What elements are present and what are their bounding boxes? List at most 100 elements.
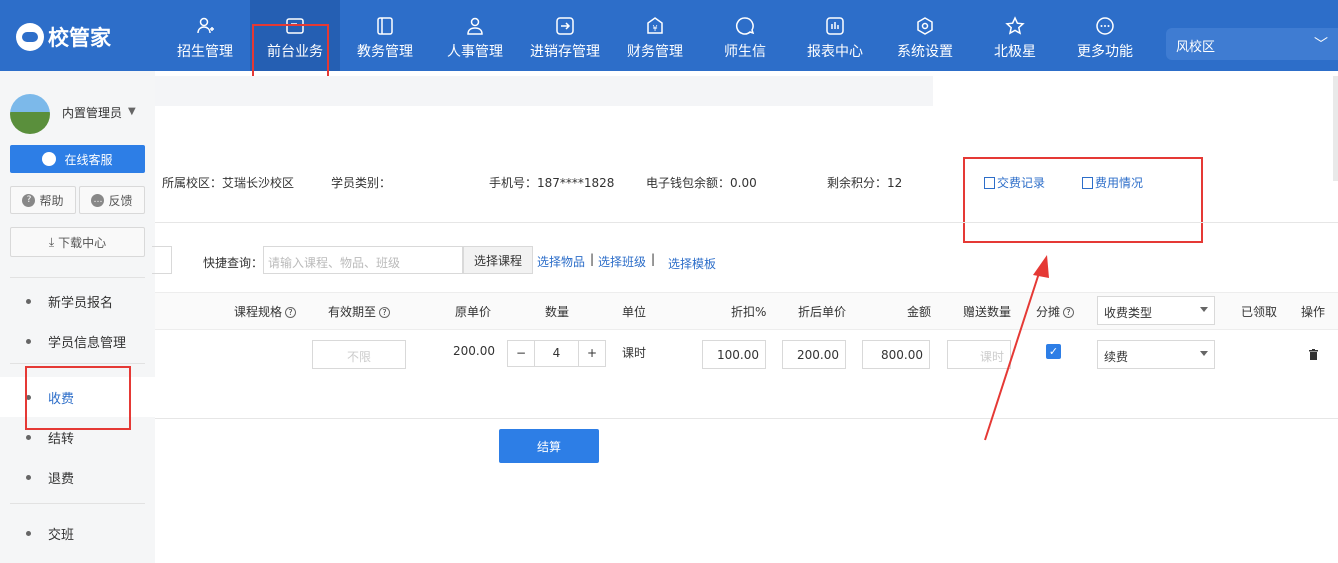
document-icon xyxy=(1082,177,1093,189)
avatar[interactable] xyxy=(10,94,50,134)
divider xyxy=(155,418,1338,419)
col-quantity: 数量 xyxy=(545,305,570,319)
unit-price-value: 200.00 xyxy=(453,344,495,358)
nav-label: 人事管理 xyxy=(447,44,503,60)
sidebar-item-refund[interactable]: 退费 xyxy=(0,457,155,497)
discount-input[interactable]: 100.00 xyxy=(702,340,766,369)
question-icon[interactable]: ? xyxy=(379,307,391,318)
nav-item-reports[interactable]: 报表中心 xyxy=(790,0,880,71)
nav-item-more[interactable]: 更多功能 xyxy=(1060,0,1150,71)
sidebar-item-transfer[interactable]: 结转 xyxy=(0,417,155,457)
sidebar-item-label: 交班 xyxy=(48,527,75,543)
decrement-button[interactable]: − xyxy=(508,341,535,366)
app-logo[interactable]: 校管家 xyxy=(16,22,111,52)
sidebar-item-label: 收费 xyxy=(48,391,75,407)
sidebar-item-label: 学员信息管理 xyxy=(48,335,127,351)
more-icon xyxy=(1095,16,1115,36)
nav-item-settings[interactable]: 系统设置 xyxy=(880,0,970,71)
nav-label: 前台业务 xyxy=(267,44,323,60)
online-service-label: 在线客服 xyxy=(64,152,113,167)
sidebar-item-label: 结转 xyxy=(48,431,75,447)
col-amount: 金额 xyxy=(907,305,932,319)
divider xyxy=(155,222,1338,223)
star-icon xyxy=(1005,16,1025,36)
online-service-button[interactable]: 在线客服 xyxy=(10,145,145,173)
select-template-link[interactable]: 选择模板 xyxy=(668,255,716,272)
nav-label: 财务管理 xyxy=(627,44,683,60)
nav-item-admissions[interactable]: 招生管理 xyxy=(160,0,250,71)
feedback-button[interactable]: … 反馈 xyxy=(79,186,145,214)
arrow-box-icon xyxy=(555,16,575,36)
col-discount: 折扣% xyxy=(731,305,767,319)
link-separator: | xyxy=(590,252,595,266)
bullet xyxy=(26,338,31,344)
nav-item-academic[interactable]: 教务管理 xyxy=(340,0,430,71)
nav-item-messages[interactable]: 师生信 xyxy=(700,0,790,71)
bullet xyxy=(26,434,31,440)
fee-status-label: 费用情况 xyxy=(1095,176,1144,190)
campus-selector[interactable]: 风校区 ﹀ xyxy=(1166,28,1338,60)
nav-label: 报表中心 xyxy=(807,44,863,60)
download-icon: ⤓ xyxy=(48,234,55,249)
nav-label: 进销存管理 xyxy=(530,44,600,60)
discounted-price-input[interactable]: 200.00 xyxy=(782,340,846,369)
book-icon xyxy=(375,16,395,36)
logo-icon xyxy=(16,23,44,51)
payment-record-link[interactable]: 交费记录 xyxy=(984,174,1045,191)
select-item-link[interactable]: 选择物品 xyxy=(537,253,585,270)
sidebar-item-new-enrollment[interactable]: 新学员报名 xyxy=(0,281,155,321)
select-class-link[interactable]: 选择班级 xyxy=(598,253,646,270)
col-unit-price: 原单价 xyxy=(455,305,492,319)
trash-icon[interactable] xyxy=(1309,349,1318,360)
chevron-down-icon: ﹀ xyxy=(1314,37,1328,53)
student-search-input[interactable] xyxy=(152,246,172,274)
caret-down-icon xyxy=(1200,351,1208,356)
divider xyxy=(10,277,145,278)
help-button[interactable]: ? 帮助 xyxy=(10,186,76,214)
nav-label: 教务管理 xyxy=(357,44,413,60)
nav-item-polaris[interactable]: 北极星 xyxy=(970,0,1060,71)
fee-status-link[interactable]: 费用情况 xyxy=(1082,174,1143,191)
question-icon[interactable]: ? xyxy=(285,307,297,318)
link-separator: | xyxy=(651,252,656,266)
payment-record-label: 交费记录 xyxy=(997,176,1046,190)
feedback-label: 反馈 xyxy=(108,193,133,208)
quantity-stepper[interactable]: − 4 + xyxy=(507,340,606,367)
caret-down-icon[interactable]: ▼ xyxy=(128,106,136,117)
fee-type-header-select[interactable]: 收费类型 xyxy=(1097,296,1215,325)
fee-type-select[interactable]: 续费 xyxy=(1097,340,1215,369)
user-name[interactable]: 内置管理员 xyxy=(62,104,122,121)
nav-item-inventory[interactable]: 进销存管理 xyxy=(520,0,610,71)
select-course-button[interactable]: 选择课程 xyxy=(463,246,533,274)
header-placeholder xyxy=(155,76,933,106)
report-icon xyxy=(825,16,845,36)
nav-item-front-desk[interactable]: 前台业务 xyxy=(250,0,340,71)
desk-icon xyxy=(285,16,305,36)
download-center-button[interactable]: ⤓ 下载中心 xyxy=(10,227,145,257)
valid-until-input[interactable]: 不限 xyxy=(312,340,406,369)
sidebar-item-shift-handover[interactable]: 交班 xyxy=(0,513,155,553)
info-campus: 所属校区：艾瑞长沙校区 xyxy=(162,176,295,190)
svg-text:¥: ¥ xyxy=(652,24,657,33)
question-icon: ? xyxy=(22,193,36,207)
nav-item-hr[interactable]: 人事管理 xyxy=(430,0,520,71)
col-course-spec: 课程规格? xyxy=(234,303,297,320)
amount-input[interactable]: 800.00 xyxy=(862,340,930,369)
nav-item-finance[interactable]: ¥ 财务管理 xyxy=(610,0,700,71)
sidebar-item-student-info[interactable]: 学员信息管理 xyxy=(0,321,155,361)
settle-button[interactable]: 结算 xyxy=(499,429,599,463)
info-wallet: 电子钱包余额：0.00 xyxy=(646,176,757,190)
app-name: 校管家 xyxy=(48,26,111,50)
increment-button[interactable]: + xyxy=(578,341,605,366)
nav-label: 更多功能 xyxy=(1077,44,1133,60)
download-label: 下载中心 xyxy=(58,235,107,250)
sidebar-item-label: 退费 xyxy=(48,471,75,487)
chat-icon xyxy=(735,16,755,36)
nav-label: 北极星 xyxy=(994,44,1036,60)
quick-query-input[interactable]: 请输入课程、物品、班级 xyxy=(263,246,463,274)
campus-value: 风校区 xyxy=(1176,40,1216,55)
quantity-value[interactable]: 4 xyxy=(535,341,578,366)
info-points: 剩余积分：12 xyxy=(827,176,903,190)
right-edge-bar xyxy=(1333,76,1338,181)
sidebar-item-charge[interactable]: 收费 xyxy=(0,377,155,417)
